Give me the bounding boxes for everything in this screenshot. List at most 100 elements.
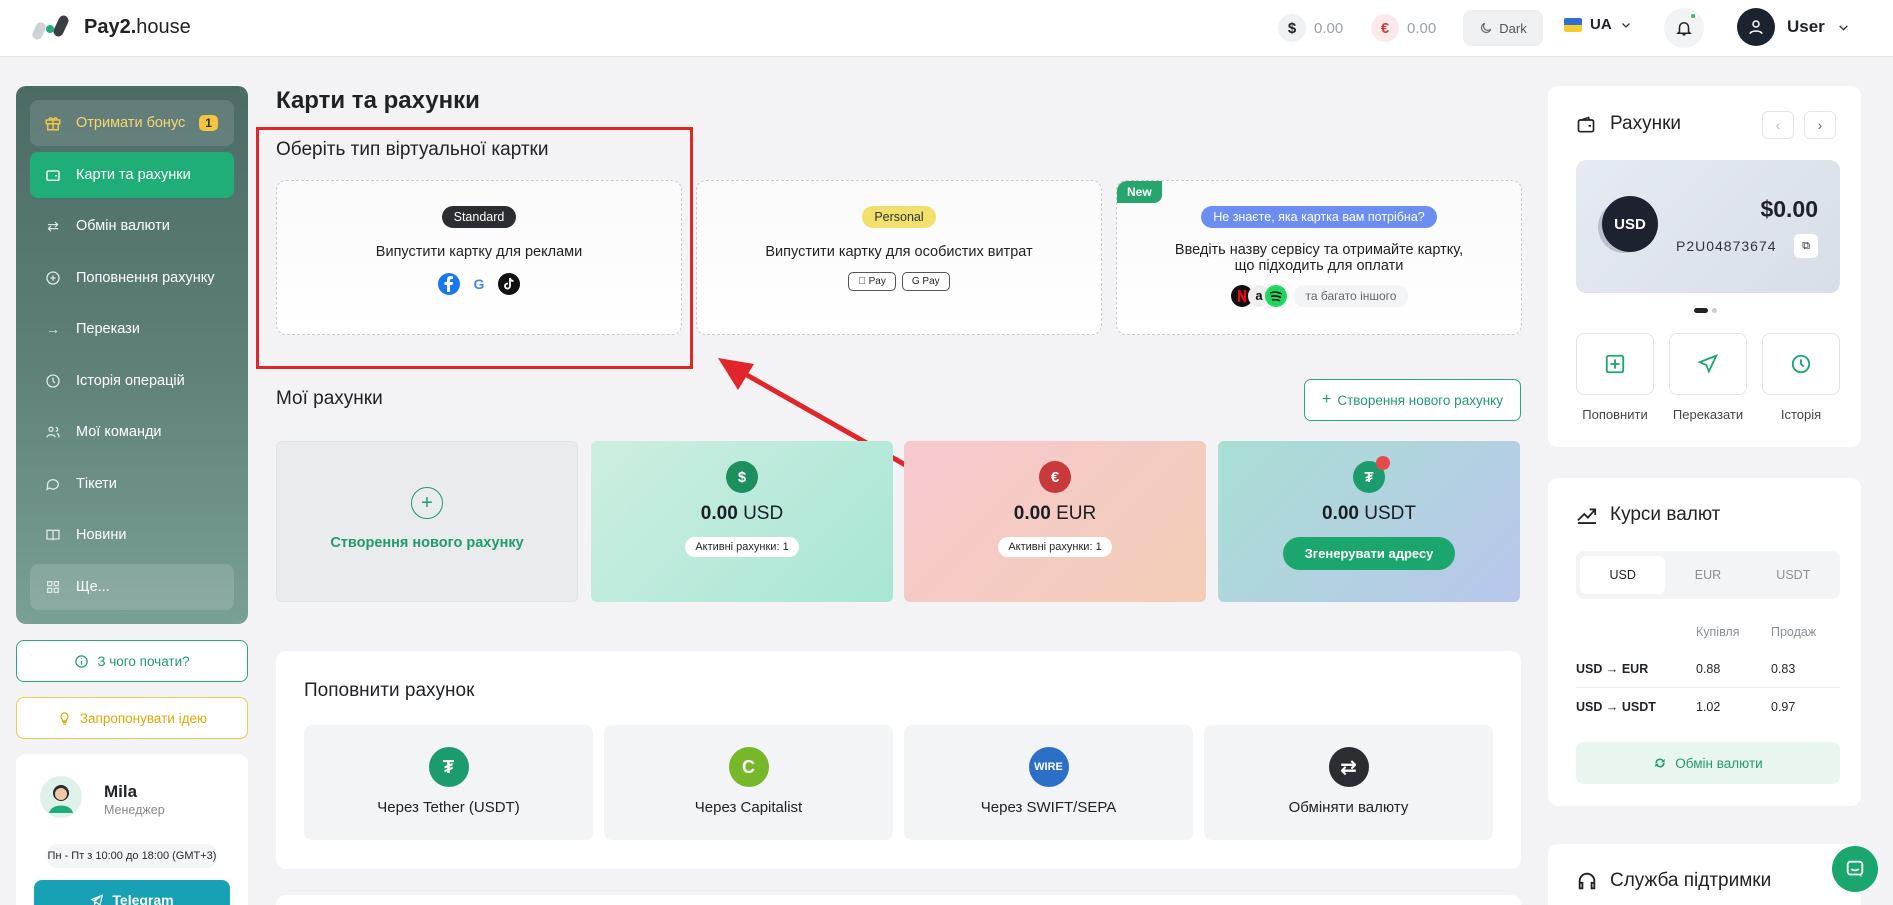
sidebar-nav: Отримати бонус 1 Карти та рахунки ⇄ Обмі… bbox=[16, 86, 248, 624]
support-widget: Служба підтримки bbox=[1548, 844, 1861, 905]
topup-tether-label: Через Tether (USDT) bbox=[377, 799, 520, 816]
prev-account-button[interactable]: ‹ bbox=[1762, 111, 1794, 139]
usd-account-card[interactable]: $ 0.00 USD Активні рахунки: 1 bbox=[591, 441, 893, 602]
action-transfer[interactable]: Переказати bbox=[1669, 333, 1747, 422]
headphones-icon bbox=[1578, 872, 1596, 890]
manager-name: Mila bbox=[104, 782, 138, 801]
manager-avatar bbox=[40, 776, 82, 818]
create-account-card[interactable]: + Створення нового рахунку bbox=[276, 441, 578, 602]
service-pill: Не знаєте, яка картка вам потрібна? bbox=[1201, 206, 1437, 228]
theme-toggle-button[interactable]: Dark bbox=[1463, 10, 1543, 46]
exchange-currency-button[interactable]: Обмін валюти bbox=[1576, 742, 1840, 784]
sidebar-item-label: Отримати бонус bbox=[76, 115, 186, 131]
sidebar-item-tickets[interactable]: Тікети bbox=[30, 461, 234, 507]
sidebar-item-teams[interactable]: Мої команди bbox=[30, 409, 234, 455]
telegram-button[interactable]: Telegram bbox=[34, 880, 230, 905]
sidebar-item-label: Перекази bbox=[76, 321, 140, 337]
exchange-icon: ⇄ bbox=[1328, 747, 1369, 787]
arrow-right-icon: → bbox=[46, 321, 60, 337]
carousel-dots bbox=[1694, 308, 1717, 313]
eur-active-accounts: Активні рахунки: 1 bbox=[998, 537, 1112, 557]
next-account-button[interactable]: › bbox=[1804, 111, 1836, 139]
clock-icon bbox=[44, 372, 62, 390]
manager-hours: Пн - Пт з 10:00 до 18:00 (GMT+3) bbox=[46, 844, 218, 868]
rate-row: USD → USDT 1.02 0.97 bbox=[1576, 688, 1840, 726]
usd-balance[interactable]: $ 0.00 bbox=[1278, 14, 1343, 42]
wire-icon: WIRE bbox=[1028, 747, 1069, 787]
clock-icon bbox=[1762, 333, 1840, 395]
sidebar-item-exchange[interactable]: ⇄ Обмін валюти bbox=[30, 203, 234, 249]
tether-icon: ₮ bbox=[428, 747, 469, 787]
action-topup[interactable]: Поповнити bbox=[1576, 333, 1654, 422]
wallet-pay-icons:  Pay G Pay bbox=[697, 272, 1101, 291]
tab-eur[interactable]: EUR bbox=[1665, 556, 1750, 594]
create-account-button[interactable]: + Створення нового рахунку bbox=[1304, 379, 1521, 421]
manager-role: Менеджер bbox=[104, 803, 165, 817]
account-id: P2U04873674 bbox=[1676, 238, 1777, 254]
create-account-card-label: Створення нового рахунку bbox=[330, 535, 524, 551]
usdt-account-card[interactable]: ₮ 0.00 USDT Згенерувати адресу bbox=[1218, 441, 1520, 602]
ukraine-flag-icon bbox=[1564, 17, 1582, 32]
topup-swift-button[interactable]: WIRE Через SWIFT/SEPA bbox=[904, 725, 1193, 840]
logo[interactable]: Pay2.house bbox=[30, 12, 191, 42]
usd-account-amount: 0.00 USD bbox=[700, 503, 784, 524]
getting-started-label: З чого почати? bbox=[97, 653, 190, 669]
language-selector[interactable]: UA bbox=[1564, 16, 1632, 33]
topup-capitalist-label: Через Capitalist bbox=[694, 799, 803, 816]
rate-sell: 0.97 bbox=[1771, 700, 1796, 714]
grid-icon bbox=[44, 578, 62, 596]
manager-card: Mila Менеджер Пн - Пт з 10:00 до 18:00 (… bbox=[16, 754, 248, 905]
user-menu[interactable]: User bbox=[1737, 8, 1850, 46]
apple-pay-badge:  Pay bbox=[848, 272, 896, 291]
plus-square-icon bbox=[1576, 333, 1654, 395]
chevron-down-icon bbox=[1621, 22, 1630, 28]
suggest-idea-button[interactable]: Запропонувати ідею bbox=[16, 697, 248, 739]
service-card-text: Введіть назву сервісу та отримайте картк… bbox=[1174, 242, 1464, 274]
theme-label: Dark bbox=[1499, 20, 1527, 36]
action-history[interactable]: Історія bbox=[1762, 333, 1840, 422]
eur-account-card[interactable]: € 0.00 EUR Активні рахунки: 1 bbox=[904, 441, 1206, 602]
personal-card-text: Випустити картку для особистих витрат bbox=[765, 244, 1033, 260]
sidebar-item-label: Ще... bbox=[76, 578, 110, 595]
buy-header: Купівля bbox=[1696, 625, 1740, 639]
rate-buy: 0.88 bbox=[1696, 661, 1721, 676]
carousel-dot[interactable] bbox=[1712, 308, 1717, 313]
generate-address-button[interactable]: Згенерувати адресу bbox=[1282, 537, 1456, 570]
exchange-rates-widget: Курси валют USD EUR USDT Купівля Продаж … bbox=[1548, 478, 1861, 806]
tab-usd[interactable]: USD bbox=[1580, 556, 1666, 594]
sidebar-item-transfers[interactable]: → Перекази bbox=[30, 306, 234, 352]
sidebar-item-topup[interactable]: Поповнення рахунку bbox=[30, 255, 234, 301]
sidebar-item-bonus[interactable]: Отримати бонус 1 bbox=[30, 100, 234, 146]
service-icons: a та багато іншого bbox=[1117, 284, 1521, 308]
bonus-badge: 1 bbox=[199, 115, 218, 131]
exchange-currency-label: Обмін валюти bbox=[1675, 755, 1763, 771]
personal-card-option[interactable]: Personal Випустити картку для особистих … bbox=[696, 180, 1102, 335]
service-card-option[interactable]: New Не знаєте, яка картка вам потрібна? … bbox=[1116, 180, 1522, 335]
usd-account-summary[interactable]: USD $0.00 P2U04873674 ⧉ bbox=[1576, 160, 1840, 293]
topup-exchange-button[interactable]: ⇄ Обміняти валюту bbox=[1204, 725, 1493, 840]
sidebar-item-label: Поповнення рахунку bbox=[76, 269, 215, 286]
eur-account-amount: 0.00 EUR bbox=[1013, 503, 1097, 524]
notifications-button[interactable] bbox=[1664, 8, 1704, 48]
getting-started-button[interactable]: З чого почати? bbox=[16, 640, 248, 682]
top-header: Pay2.house $ 0.00 € 0.00 Dark UA User bbox=[0, 0, 1893, 57]
copy-icon[interactable]: ⧉ bbox=[1794, 234, 1818, 258]
live-chat-button[interactable] bbox=[1832, 846, 1878, 892]
sidebar-item-news[interactable]: Новини bbox=[30, 512, 234, 558]
eur-balance[interactable]: € 0.00 bbox=[1371, 14, 1436, 42]
euro-icon: € bbox=[1039, 461, 1071, 493]
usd-amount: $0.00 bbox=[1760, 196, 1818, 222]
telegram-label: Telegram bbox=[112, 892, 174, 905]
carousel-dot-active[interactable] bbox=[1694, 308, 1708, 313]
topup-tether-button[interactable]: ₮ Через Tether (USDT) bbox=[304, 725, 593, 840]
tab-usdt[interactable]: USDT bbox=[1751, 556, 1836, 594]
rate-pair: USD → EUR bbox=[1576, 661, 1649, 676]
action-topup-label: Поповнити bbox=[1582, 407, 1648, 422]
topup-capitalist-button[interactable]: C Через Capitalist bbox=[604, 725, 893, 840]
sidebar-item-cards-accounts[interactable]: Карти та рахунки bbox=[30, 151, 234, 198]
topup-exchange-label: Обміняти валюту bbox=[1288, 799, 1409, 816]
sidebar-item-history[interactable]: Історія операцій bbox=[30, 358, 234, 404]
support-title: Служба підтримки bbox=[1610, 870, 1772, 891]
exchange-arrows-icon: ⇄ bbox=[47, 217, 59, 234]
sidebar-item-more[interactable]: Ще... bbox=[30, 563, 234, 610]
